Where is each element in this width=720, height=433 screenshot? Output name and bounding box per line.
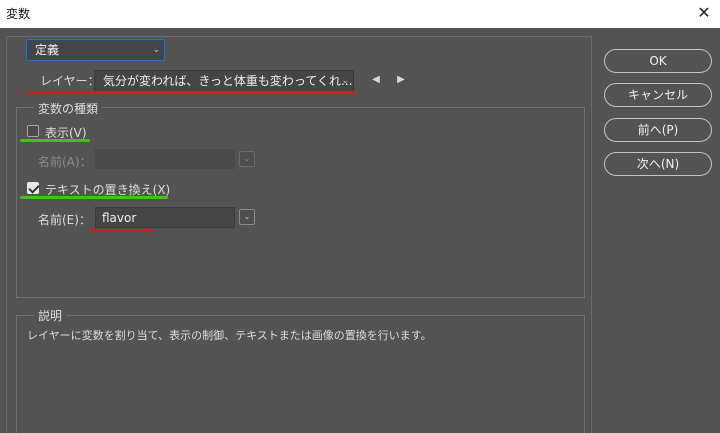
text-replace-name-field[interactable]: flavor xyxy=(95,207,235,228)
layer-select-value: 気分が変われば、きっと体重も変わってくれ... xyxy=(103,74,353,88)
visibility-checkbox[interactable] xyxy=(27,125,39,137)
variable-type-title: 変数の種類 xyxy=(34,100,103,117)
visibility-name-dropdown-icon: ⌄ xyxy=(239,151,255,167)
ok-button[interactable]: OK xyxy=(604,49,712,73)
layer-label: レイヤー： xyxy=(40,74,100,88)
window-title: 変数 xyxy=(6,7,31,21)
variable-type-group xyxy=(16,107,585,298)
description-text: レイヤーに変数を割り当て、表示の制御、テキストまたは画像の置換を行います。 xyxy=(27,329,432,342)
cancel-button[interactable]: キャンセル xyxy=(604,83,712,107)
text-replace-name-dropdown-icon[interactable]: ⌄ xyxy=(239,209,255,225)
red-underline-annotation xyxy=(27,91,355,94)
chevron-down-icon: ⌄ xyxy=(341,76,349,86)
close-icon[interactable]: ✕ xyxy=(694,3,714,23)
chevron-down-icon: ⌄ xyxy=(152,45,160,55)
next-layer-arrow-icon[interactable]: ▶ xyxy=(394,72,408,88)
preset-select-value: 定義 xyxy=(35,43,60,57)
title-bar: 変数 ✕ xyxy=(0,0,720,28)
next-button[interactable]: 次へ(N) xyxy=(604,152,712,176)
red-underline-annotation xyxy=(90,229,154,232)
green-underline-annotation xyxy=(20,139,90,142)
preset-select[interactable]: 定義 ⌄ xyxy=(26,39,165,61)
text-replace-name-label: 名前(E)： xyxy=(38,213,91,227)
layer-select[interactable]: 気分が変われば、きっと体重も変わってくれ... ⌄ xyxy=(94,70,354,92)
green-underline-annotation xyxy=(20,196,168,199)
previous-button[interactable]: 前へ(P) xyxy=(604,118,712,142)
previous-layer-arrow-icon[interactable]: ◀ xyxy=(369,72,383,88)
visibility-name-label: 名前(A)： xyxy=(38,155,92,169)
text-replace-checkbox[interactable] xyxy=(27,182,39,194)
description-title: 説明 xyxy=(34,307,67,324)
visibility-name-field xyxy=(95,149,235,169)
